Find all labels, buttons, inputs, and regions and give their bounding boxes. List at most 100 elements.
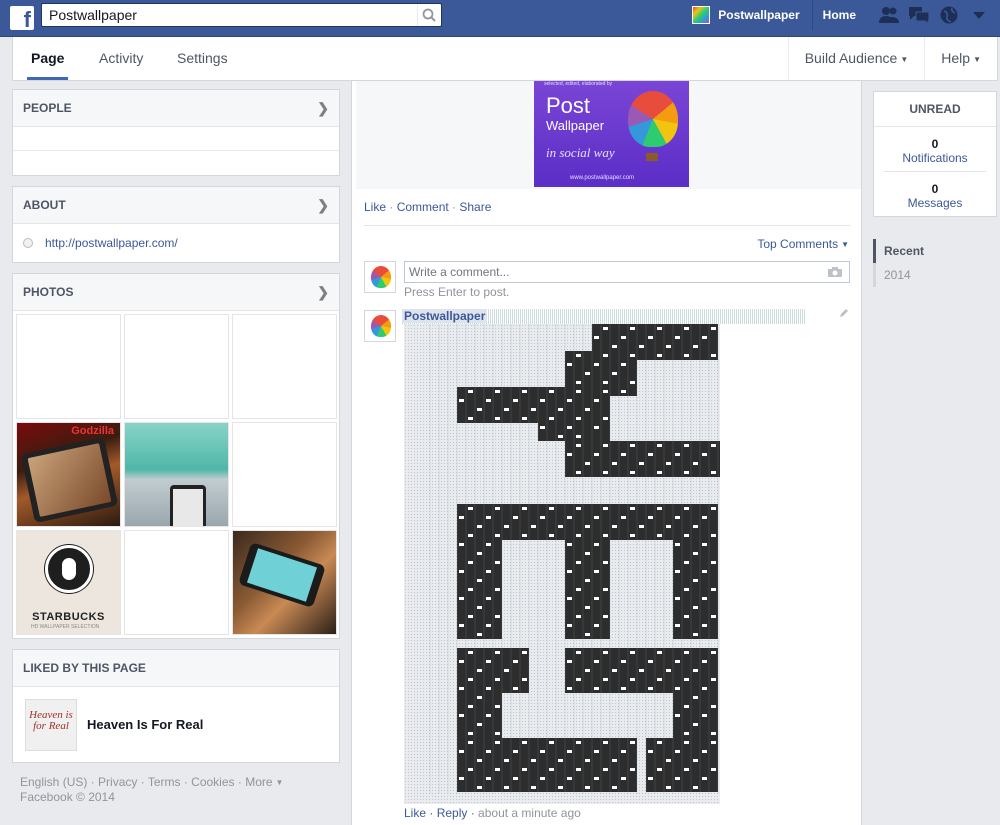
- liked-page-name[interactable]: Heaven Is For Real: [87, 717, 203, 732]
- website-link[interactable]: http://postwallpaper.com/: [45, 236, 178, 250]
- footer: English (US) · Privacy · Terms · Cookies…: [12, 773, 340, 807]
- comment-author-row: Postwallpaper: [402, 309, 806, 324]
- comment-pixel-art-image: [404, 324, 720, 804]
- comment-reply-link[interactable]: Reply: [437, 806, 468, 820]
- post-column: selected, edited, elaborated by Post Wal…: [351, 81, 862, 825]
- pixel-art-graphic: [429, 324, 720, 794]
- footer-link-privacy[interactable]: Privacy: [98, 775, 137, 789]
- comment-author-avatar[interactable]: [364, 310, 396, 342]
- facebook-logo-icon[interactable]: f: [10, 6, 34, 30]
- notifications-count: 0: [931, 137, 939, 151]
- comment-input[interactable]: [405, 262, 815, 282]
- chevron-right-icon[interactable]: ❯: [317, 90, 329, 127]
- notifications-item[interactable]: 0 Notifications: [884, 127, 986, 172]
- top-comments-label: Top Comments: [757, 237, 839, 251]
- top-right-nav: Postwallpaper Home: [692, 0, 1000, 30]
- friend-requests-icon[interactable]: [878, 4, 900, 26]
- phone-image: [238, 542, 326, 608]
- pixel-block: [673, 504, 718, 639]
- notifications-globe-icon[interactable]: [938, 4, 960, 26]
- copyright: Facebook © 2014: [20, 790, 115, 805]
- tab-activity[interactable]: Activity: [95, 37, 147, 80]
- comment-like-link[interactable]: Like: [404, 806, 426, 820]
- photo-thumbnail[interactable]: [124, 530, 229, 635]
- comment-link[interactable]: Comment: [397, 200, 449, 214]
- like-link[interactable]: Like: [364, 200, 386, 214]
- account-menu-icon[interactable]: [968, 4, 990, 26]
- search-input[interactable]: [42, 4, 412, 26]
- build-audience-menu[interactable]: Build Audience ▼: [787, 37, 925, 80]
- edit-pencil-icon[interactable]: [839, 307, 849, 321]
- photos-header[interactable]: PHOTOS ❯: [13, 274, 339, 311]
- press-enter-hint: Press Enter to post.: [404, 285, 510, 299]
- liked-header: LIKED BY THIS PAGE: [13, 650, 339, 687]
- comment-timestamp[interactable]: about a minute ago: [478, 806, 581, 820]
- footer-links: English (US) · Privacy · Terms · Cookies…: [20, 775, 284, 789]
- about-website-row: http://postwallpaper.com/: [13, 224, 339, 262]
- page-avatar-icon[interactable]: [692, 6, 711, 24]
- people-row: [13, 127, 339, 151]
- photo-thumbnail-godzilla[interactable]: Godzilla: [16, 422, 121, 527]
- messages-item[interactable]: 0 Messages: [884, 172, 986, 216]
- tab-settings[interactable]: Settings: [173, 37, 232, 80]
- top-comments-menu[interactable]: Top Comments ▼: [757, 237, 849, 251]
- footer-link-more[interactable]: More: [245, 775, 272, 789]
- camera-icon[interactable]: [827, 266, 843, 281]
- search-icon: [422, 8, 436, 22]
- page-nav: Page Activity Settings Build Audience ▼ H…: [12, 37, 998, 81]
- banner-tagline: selected, edited, elaborated by: [544, 81, 613, 87]
- wallpaper-selection-text: HD WALLPAPER SELECTION: [31, 624, 100, 630]
- photos-title: PHOTOS: [23, 285, 74, 299]
- timeline-item-2014[interactable]: 2014: [873, 263, 997, 287]
- home-link[interactable]: Home: [811, 0, 856, 30]
- liked-box: LIKED BY THIS PAGE Heaven is for Real He…: [12, 649, 340, 763]
- banner-title-wallpaper: Wallpaper: [546, 118, 605, 133]
- photos-box: PHOTOS ❯ Godzilla STARBUCKS HD WALLPAPER…: [12, 273, 340, 639]
- right-column: UNREAD 0 Notifications 0 Messages Recent…: [873, 91, 997, 287]
- left-column: PEOPLE ❯ ABOUT ❯ http://postwallpaper.co…: [12, 89, 340, 807]
- photo-thumbnail-sea-phone[interactable]: [124, 422, 229, 527]
- post-actions: Like · Comment · Share: [364, 200, 492, 214]
- about-header[interactable]: ABOUT ❯: [13, 187, 339, 224]
- page-name-link[interactable]: Postwallpaper: [718, 8, 799, 22]
- photo-thumbnail[interactable]: [16, 314, 121, 419]
- messages-label[interactable]: Messages: [884, 196, 986, 210]
- share-link[interactable]: Share: [459, 200, 491, 214]
- messages-icon[interactable]: [908, 4, 930, 26]
- banner-subtitle: in social way: [546, 145, 615, 160]
- balloon-basket: [646, 153, 658, 161]
- liked-page-thumbnail[interactable]: Heaven is for Real: [25, 698, 77, 751]
- post-image-area: selected, edited, elaborated by Post Wal…: [356, 81, 861, 189]
- about-box: ABOUT ❯ http://postwallpaper.com/: [12, 186, 340, 263]
- photo-thumbnail-phones[interactable]: [232, 530, 337, 635]
- postwallpaper-banner-image[interactable]: selected, edited, elaborated by Post Wal…: [534, 81, 689, 187]
- photos-grid: Godzilla STARBUCKS HD WALLPAPER SELECTIO…: [13, 311, 339, 638]
- liked-page-item[interactable]: Heaven is for Real Heaven Is For Real: [13, 687, 339, 762]
- tab-page[interactable]: Page: [27, 37, 69, 80]
- footer-link-terms[interactable]: Terms: [148, 775, 181, 789]
- search-button[interactable]: [417, 4, 441, 26]
- commenter-avatar[interactable]: [364, 261, 396, 293]
- comment-author-name[interactable]: Postwallpaper: [402, 309, 488, 323]
- photo-thumbnail-starbucks[interactable]: STARBUCKS HD WALLPAPER SELECTION: [16, 530, 121, 635]
- chevron-down-icon: ▼: [900, 54, 909, 64]
- photo-thumbnail[interactable]: [232, 422, 337, 527]
- photo-thumbnail[interactable]: [232, 314, 337, 419]
- footer-link-cookies[interactable]: Cookies: [191, 775, 234, 789]
- chevron-right-icon[interactable]: ❯: [317, 187, 329, 224]
- pixel-block: [565, 441, 720, 477]
- help-label: Help: [941, 50, 971, 66]
- starbucks-text: STARBUCKS: [32, 611, 105, 623]
- unread-box: UNREAD 0 Notifications 0 Messages: [873, 91, 997, 217]
- timeline-item-recent[interactable]: Recent: [873, 239, 997, 263]
- photo-thumbnail[interactable]: [124, 314, 229, 419]
- notifications-label[interactable]: Notifications: [884, 151, 986, 165]
- jewel-icons: [878, 4, 990, 26]
- pixel-block: [565, 504, 610, 639]
- about-title: ABOUT: [23, 198, 66, 212]
- help-menu[interactable]: Help ▼: [924, 37, 997, 80]
- godzilla-text: Godzilla: [71, 425, 114, 437]
- footer-link-language[interactable]: English (US): [20, 775, 87, 789]
- people-header[interactable]: PEOPLE ❯: [13, 90, 339, 127]
- chevron-right-icon[interactable]: ❯: [317, 274, 329, 311]
